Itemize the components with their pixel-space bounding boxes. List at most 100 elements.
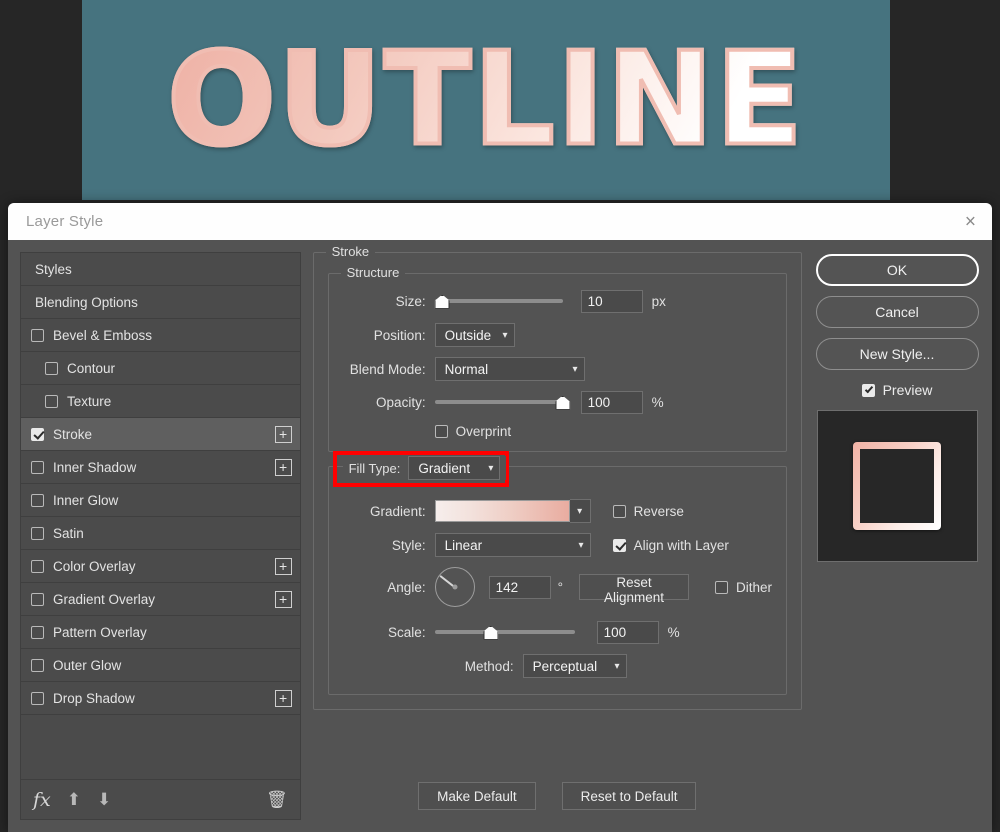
gradient-style-select[interactable]: Linear ▾ [434,533,591,557]
opacity-label: Opacity: [376,395,426,410]
add-effect-icon[interactable]: + [274,425,292,443]
style-checkbox[interactable] [31,559,44,573]
style-row-stroke[interactable]: Stroke + [21,418,300,451]
style-checkbox[interactable] [31,625,44,639]
preview-checkbox-box [861,383,875,397]
size-unit: px [651,294,666,309]
opacity-input[interactable] [580,391,643,414]
size-slider-thumb[interactable] [434,294,450,309]
layer-style-dialog: Layer Style × Styles Blending Options Be… [8,203,992,832]
styles-footer-toolbar: fx ⬆ ⬇ 🗑 [21,779,300,819]
scale-slider-thumb[interactable] [483,625,499,640]
style-label: Styles [35,261,72,277]
position-value: Outside [444,327,492,343]
style-checkbox[interactable] [31,493,44,507]
style-row-color-overlay[interactable]: Color Overlay + [21,550,300,583]
add-effect-icon[interactable]: + [274,458,292,476]
angle-label: Angle: [387,579,426,595]
dialog-titlebar: Layer Style × [8,203,992,240]
preview-checkbox[interactable]: Preview [861,382,932,398]
new-style-button[interactable]: New Style... [815,338,979,370]
chevron-down-icon: ▾ [488,462,494,474]
blend-mode-value: Normal [444,361,489,377]
align-with-layer-label: Align with Layer [633,537,729,553]
size-row: Size: px [343,290,772,313]
overprint-checkbox[interactable]: Overprint [434,424,512,439]
angle-input[interactable] [488,575,551,599]
style-row-styles[interactable]: Styles [21,253,300,286]
opacity-slider-thumb[interactable] [555,395,571,410]
ok-button[interactable]: OK [815,254,979,286]
style-row-satin[interactable]: Satin [21,517,300,550]
style-row-texture[interactable]: Texture [21,385,300,418]
scale-input[interactable] [596,621,659,644]
chevron-down-icon: ▾ [578,539,584,551]
dither-checkbox[interactable]: Dither [714,580,772,595]
method-value: Perceptual [532,658,598,674]
style-row-inner-shadow[interactable]: Inner Shadow + [21,451,300,484]
add-effect-icon[interactable]: + [274,557,292,575]
style-checkbox[interactable] [45,394,58,408]
align-with-layer-checkbox[interactable]: Align with Layer [612,537,729,553]
fill-type-select[interactable]: Gradient ▾ [408,456,501,480]
blend-mode-select[interactable]: Normal ▾ [434,357,585,381]
size-slider[interactable] [434,294,563,309]
opacity-slider[interactable] [434,395,571,410]
app-root: OUTLINE OUTLINE Layer Style × Styles Ble… [0,0,1000,832]
move-up-icon[interactable]: ⬆ [67,791,81,808]
chevron-down-icon: ▾ [502,329,508,341]
style-checkbox[interactable] [45,361,58,375]
cancel-button[interactable]: Cancel [815,296,979,328]
chevron-down-icon: ▾ [614,660,620,672]
method-row: Method: Perceptual ▾ [343,654,772,678]
reverse-checkbox[interactable]: Reverse [612,504,684,519]
reset-to-default-button[interactable]: Reset to Default [561,782,697,810]
position-select[interactable]: Outside ▾ [434,323,515,347]
style-checkbox[interactable] [31,328,44,342]
stroke-legend: Stroke [325,244,376,259]
close-icon[interactable]: × [965,212,976,231]
style-checkbox[interactable] [31,427,44,441]
scale-slider-track [434,629,575,634]
opacity-slider-track [434,399,563,404]
method-select[interactable]: Perceptual ▾ [522,654,627,678]
document-canvas: OUTLINE OUTLINE [82,0,890,200]
trash-icon[interactable]: 🗑 [266,790,288,810]
style-row-pattern-overlay[interactable]: Pattern Overlay [21,616,300,649]
add-effect-icon[interactable]: + [274,590,292,608]
style-checkbox[interactable] [31,592,44,606]
size-input[interactable] [580,290,643,313]
angle-dial[interactable] [434,567,475,607]
gradient-style-label: Style: [391,537,426,553]
gradient-swatch[interactable] [434,500,570,522]
style-row-outer-glow[interactable]: Outer Glow [21,649,300,682]
overprint-label: Overprint [455,424,512,439]
styles-list: Styles Blending Options Bevel & Emboss C… [21,253,300,721]
style-row-inner-glow[interactable]: Inner Glow [21,484,300,517]
style-label: Color Overlay [53,558,136,574]
scale-slider[interactable] [434,625,575,640]
default-buttons-group: Make Default Reset to Default [313,782,802,810]
fx-icon[interactable]: fx [33,789,51,811]
style-label: Gradient Overlay [53,591,156,607]
style-checkbox[interactable] [31,691,44,705]
blend-mode-label: Blend Mode: [349,361,426,377]
add-effect-icon[interactable]: + [274,689,292,707]
style-row-contour[interactable]: Contour [21,352,300,385]
style-checkbox[interactable] [31,460,44,474]
scale-row: Scale: % [343,621,772,644]
fill-type-value: Gradient [418,460,471,476]
overprint-checkbox-box [434,425,448,438]
make-default-button[interactable]: Make Default [418,782,536,810]
styles-panel: Styles Blending Options Bevel & Emboss C… [20,252,301,820]
gradient-preset-chevron-down-icon[interactable]: ▾ [569,499,591,523]
style-checkbox[interactable] [31,526,44,540]
style-row-bevel-emboss[interactable]: Bevel & Emboss [21,319,300,352]
style-row-drop-shadow[interactable]: Drop Shadow + [21,682,300,715]
move-down-icon[interactable]: ⬇ [97,791,111,808]
style-row-gradient-overlay[interactable]: Gradient Overlay + [21,583,300,616]
reset-alignment-button[interactable]: Reset Alignment [578,574,689,605]
style-checkbox[interactable] [31,658,44,672]
style-row-blending-options[interactable]: Blending Options [21,286,300,319]
gradient-style-value: Linear [444,537,483,553]
